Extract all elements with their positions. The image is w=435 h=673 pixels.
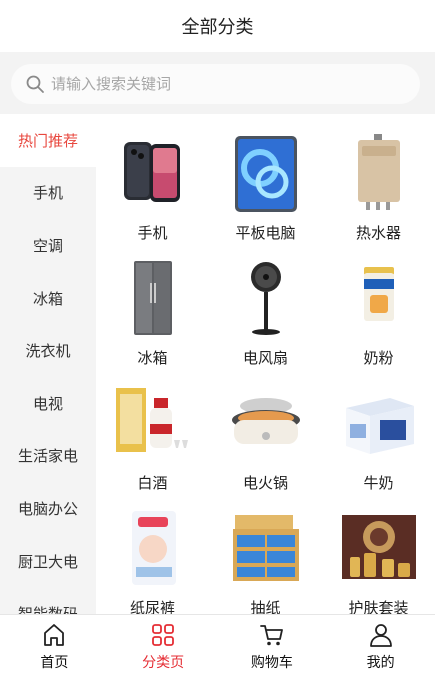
search-box[interactable] bbox=[11, 64, 420, 104]
tab-cart[interactable]: 购物车 bbox=[218, 615, 327, 673]
sidebar-item-label: 热门推荐 bbox=[17, 131, 78, 150]
hotpot-image bbox=[232, 398, 300, 444]
milk-powder-image bbox=[364, 267, 394, 321]
product-label: 抽纸 bbox=[250, 599, 281, 614]
product-item-phone[interactable]: 手机 bbox=[96, 114, 209, 242]
tab-label: 我的 bbox=[366, 655, 395, 671]
product-item-fridge[interactable]: 冰箱 bbox=[96, 239, 209, 367]
product-item-liquor[interactable]: 白酒 bbox=[96, 364, 209, 492]
product-item-skincare[interactable]: 护肤套装 bbox=[322, 489, 435, 614]
product-item-fan[interactable]: 电风扇 bbox=[209, 239, 322, 367]
sidebar-item-label: 生活家电 bbox=[17, 447, 78, 466]
category-sidebar: 热门推荐 手机 空调 冰箱 洗衣机 电视 生活家电 电脑办公 厨卫大电 智能数码 bbox=[0, 114, 96, 614]
sidebar-item-hot[interactable]: 热门推荐 bbox=[0, 114, 96, 167]
sidebar-item-label: 手机 bbox=[32, 184, 63, 203]
sidebar-item-smart-digital[interactable]: 智能数码 bbox=[0, 587, 96, 614]
tab-home[interactable]: 首页 bbox=[0, 615, 109, 673]
sidebar-item-kitchen-bath[interactable]: 厨卫大电 bbox=[0, 535, 96, 588]
home-icon bbox=[44, 624, 65, 646]
product-item-diaper[interactable]: 纸尿裤 bbox=[96, 489, 209, 614]
phone-image bbox=[124, 142, 180, 202]
search-icon bbox=[26, 75, 44, 93]
product-item-milk[interactable]: 牛奶 bbox=[322, 364, 435, 492]
sidebar-item-computer-office[interactable]: 电脑办公 bbox=[0, 482, 96, 535]
header-bar: 全部分类 bbox=[0, 0, 435, 52]
fan-image bbox=[251, 262, 281, 335]
sidebar-item-fridge[interactable]: 冰箱 bbox=[0, 272, 96, 325]
product-item-water-heater[interactable]: 热水器 bbox=[322, 114, 435, 242]
sidebar-item-washer[interactable]: 洗衣机 bbox=[0, 324, 96, 377]
search-area bbox=[0, 52, 435, 114]
user-icon bbox=[369, 624, 392, 647]
tablet-image bbox=[235, 136, 297, 212]
sidebar-item-label: 电脑办公 bbox=[17, 499, 78, 518]
sidebar-item-air-conditioner[interactable]: 空调 bbox=[0, 219, 96, 272]
fridge-image bbox=[134, 261, 172, 335]
page-title: 全部分类 bbox=[181, 17, 254, 38]
sidebar-item-label: 智能数码 bbox=[18, 603, 78, 614]
milk-box-image bbox=[346, 398, 414, 454]
search-input[interactable] bbox=[51, 75, 391, 93]
sidebar-item-label: 冰箱 bbox=[32, 289, 63, 308]
tissue-image bbox=[233, 515, 299, 581]
tab-label: 首页 bbox=[40, 655, 69, 671]
sidebar-item-home-appliance[interactable]: 生活家电 bbox=[0, 430, 96, 483]
sidebar-item-label: 洗衣机 bbox=[25, 342, 71, 361]
sidebar-item-label: 厨卫大电 bbox=[17, 552, 78, 571]
liquor-image bbox=[116, 388, 188, 452]
tab-label: 分类页 bbox=[142, 655, 185, 671]
product-item-hotpot[interactable]: 电火锅 bbox=[209, 364, 322, 492]
diaper-image bbox=[132, 511, 176, 585]
bottom-tab-bar: 首页 分类页 购物车 我的 bbox=[0, 614, 435, 673]
skincare-image bbox=[342, 515, 416, 579]
product-item-milk-powder[interactable]: 奶粉 bbox=[322, 239, 435, 367]
product-label: 护肤套装 bbox=[348, 599, 409, 614]
sidebar-item-label: 电视 bbox=[32, 394, 63, 413]
cart-icon bbox=[259, 625, 283, 646]
tab-profile[interactable]: 我的 bbox=[326, 615, 435, 673]
sidebar-item-phone[interactable]: 手机 bbox=[0, 167, 96, 220]
product-grid: 手机 平板电脑 热水器 冰箱 电风扇 奶粉 白酒 电火锅 牛奶 纸尿裤 抽纸 护… bbox=[96, 114, 435, 614]
sidebar-item-label: 空调 bbox=[32, 236, 63, 255]
water-heater-image bbox=[358, 134, 400, 210]
product-label: 纸尿裤 bbox=[129, 599, 175, 614]
tab-category[interactable]: 分类页 bbox=[109, 615, 218, 673]
category-icon bbox=[152, 624, 175, 646]
tab-label: 购物车 bbox=[250, 655, 293, 671]
product-item-tissue[interactable]: 抽纸 bbox=[209, 489, 322, 614]
sidebar-item-tv[interactable]: 电视 bbox=[0, 377, 96, 430]
product-item-tablet[interactable]: 平板电脑 bbox=[209, 114, 322, 242]
